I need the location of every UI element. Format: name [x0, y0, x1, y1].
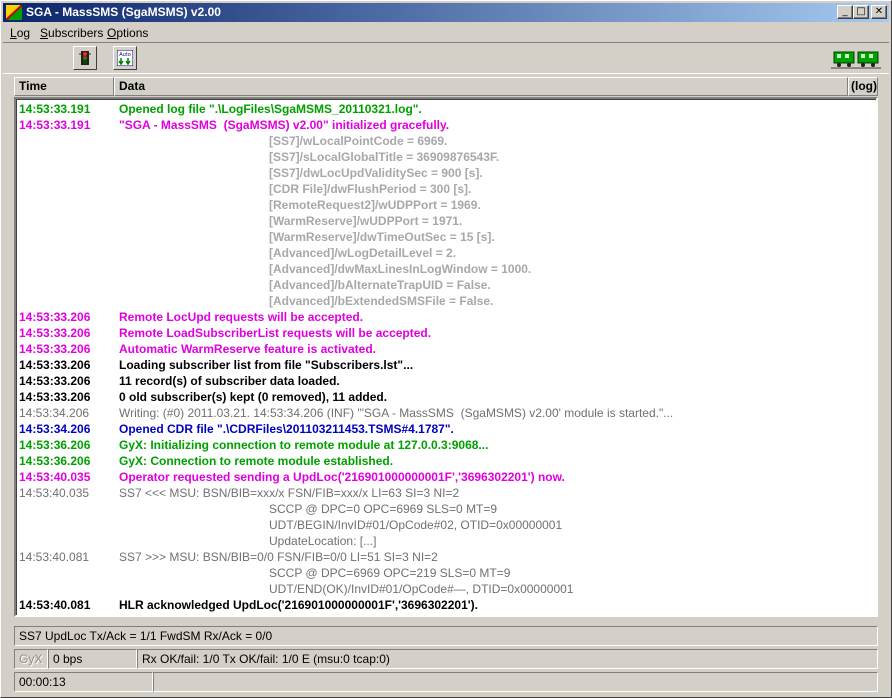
close-button[interactable]: ✕	[871, 5, 887, 19]
auto-reserve-button[interactable]: Auto	[113, 46, 137, 70]
log-message: GyX: Connection to remote module establi…	[119, 454, 394, 468]
menu-options[interactable]: Options	[107, 26, 148, 40]
log-header: Time Data (log)	[14, 77, 878, 96]
log-time: 14:53:34.206	[19, 422, 91, 436]
log-time: 14:53:33.206	[19, 342, 91, 356]
menu-subscribers[interactable]: Subscribers	[40, 26, 103, 40]
auto-reserve-icon: Auto	[117, 50, 133, 66]
title-bar[interactable]: SGA - MassSMS (SgaMSMS) v2.00 _ □ ✕	[3, 3, 889, 22]
log-time: 14:53:40.081	[19, 598, 91, 612]
log-message: 11 record(s) of subscriber data loaded.	[119, 374, 340, 388]
log-list[interactable]: 14:53:33.191 Opened log file ".\LogFiles\…	[14, 97, 878, 617]
log-message: SS7 <<< MSU: BSN/BIB=xxx/x FSN/FIB=xxx/x…	[119, 486, 460, 500]
traffic-light-icon	[79, 51, 91, 65]
window-title: SGA - MassSMS (SgaMSMS) v2.00	[26, 5, 221, 19]
log-message: [SS7]/sLocalGlobalTitle = 36909876543F.	[269, 150, 500, 164]
log-time: 14:53:33.191	[19, 118, 91, 132]
log-message: [RemoteRequest2]/wUDPPort = 1969.	[269, 198, 481, 212]
traffic-light-button[interactable]	[73, 46, 97, 70]
log-message: Operator requested sending a UpdLoc('216…	[119, 470, 565, 484]
log-message: SCCP @ DPC=0 OPC=6969 SLS=0 MT=9	[269, 502, 498, 516]
log-message: [Advanced]/dwMaxLinesInLogWindow = 1000.	[269, 262, 532, 276]
log-message: [Advanced]/wLogDetailLevel = 2.	[269, 246, 457, 260]
connection-trains-icon	[831, 48, 881, 70]
log-message: Loading subscriber list from file "Subsc…	[119, 358, 414, 372]
log-message: UDT/BEGIN/InvID#01/OpCode#02, OTID=0x000…	[269, 518, 563, 532]
log-message: UpdateLocation: [...]	[269, 534, 377, 548]
log-message: SCCP @ DPC=6969 OPC=219 SLS=0 MT=9	[269, 566, 511, 580]
status-gyx-rate: 0 bps	[48, 649, 137, 669]
log-time: 14:53:33.206	[19, 390, 91, 404]
column-header-log-tag[interactable]: (log)	[848, 77, 878, 96]
svg-text:Auto: Auto	[119, 52, 131, 58]
log-message: [WarmReserve]/dwTimeOutSec = 15 [s].	[269, 230, 495, 244]
log-message: SS7 >>> MSU: BSN/BIB=0/0 FSN/FIB=0/0 LI=…	[119, 550, 438, 564]
log-message: [SS7]/wLocalPointCode = 6969.	[269, 134, 448, 148]
log-message: 0 old subscriber(s) kept (0 removed), 11…	[119, 390, 388, 404]
log-message: [CDR File]/dwFlushPeriod = 300 [s].	[269, 182, 472, 196]
log-time: 14:53:33.191	[19, 102, 91, 116]
log-message: Automatic WarmReserve feature is activat…	[119, 342, 376, 356]
log-message: [WarmReserve]/wUDPPort = 1971.	[269, 214, 463, 228]
status-elapsed-time: 00:00:13	[14, 672, 153, 692]
status-ss7: SS7 UpdLoc Tx/Ack = 1/1 FwdSM Rx/Ack = 0…	[14, 626, 878, 646]
log-message: UDT/END(OK)/InvID#01/OpCode#—, DTID=0x00…	[269, 582, 574, 596]
status-gyx-stats: Rx OK/fail: 1/0 Tx OK/fail: 1/0 E (msu:0…	[137, 649, 878, 669]
minimize-button[interactable]: _	[837, 5, 853, 19]
log-time: 14:53:40.081	[19, 550, 90, 564]
log-message: Remote LoadSubscriberList requests will …	[119, 326, 432, 340]
log-message: HLR acknowledged UpdLoc('216901000000001…	[119, 598, 478, 612]
menu-bar: Log Subscribers Options	[3, 23, 889, 41]
log-time: 14:53:36.206	[19, 454, 91, 468]
log-message: "SGA - MassSMS (SgaMSMS) v2.00" initiali…	[119, 118, 450, 132]
toolbar: Auto	[3, 42, 889, 74]
log-message: GyX: Initializing connection to remote m…	[119, 438, 489, 452]
log-message: [Advanced]/bAlternateTrapUID = False.	[269, 278, 491, 292]
log-time: 14:53:34.206	[19, 406, 90, 420]
log-message: Opened CDR file ".\CDRFiles\201103211453…	[119, 422, 454, 436]
log-message: Writing: (#0) 2011.03.21. 14:53:34.206 (…	[119, 406, 674, 420]
status-message	[153, 672, 878, 692]
main-window: SGA - MassSMS (SgaMSMS) v2.00 _ □ ✕ Log …	[0, 0, 892, 698]
log-time: 14:53:40.035	[19, 470, 91, 484]
log-time: 14:53:33.206	[19, 358, 91, 372]
column-header-time[interactable]: Time	[14, 77, 114, 96]
log-time: 14:53:36.206	[19, 438, 91, 452]
log-time: 14:53:33.206	[19, 374, 91, 388]
log-message: [SS7]/dwLocUpdValiditySec = 900 [s].	[269, 166, 483, 180]
column-header-data[interactable]: Data	[114, 77, 848, 96]
log-message: Remote LocUpd requests will be accepted.	[119, 310, 364, 324]
maximize-button[interactable]: □	[853, 5, 869, 19]
log-time: 14:53:33.206	[19, 310, 91, 324]
log-time: 14:53:33.206	[19, 326, 91, 340]
log-time: 14:53:40.035	[19, 486, 90, 500]
log-message: [Advanced]/bExtendedSMSFile = False.	[269, 294, 494, 308]
status-gyx-label: GyX	[14, 649, 48, 669]
menu-log[interactable]: Log	[10, 26, 30, 40]
log-message: Opened log file ".\LogFiles\SgaMSMS_2011…	[119, 102, 422, 116]
app-icon	[6, 5, 22, 20]
